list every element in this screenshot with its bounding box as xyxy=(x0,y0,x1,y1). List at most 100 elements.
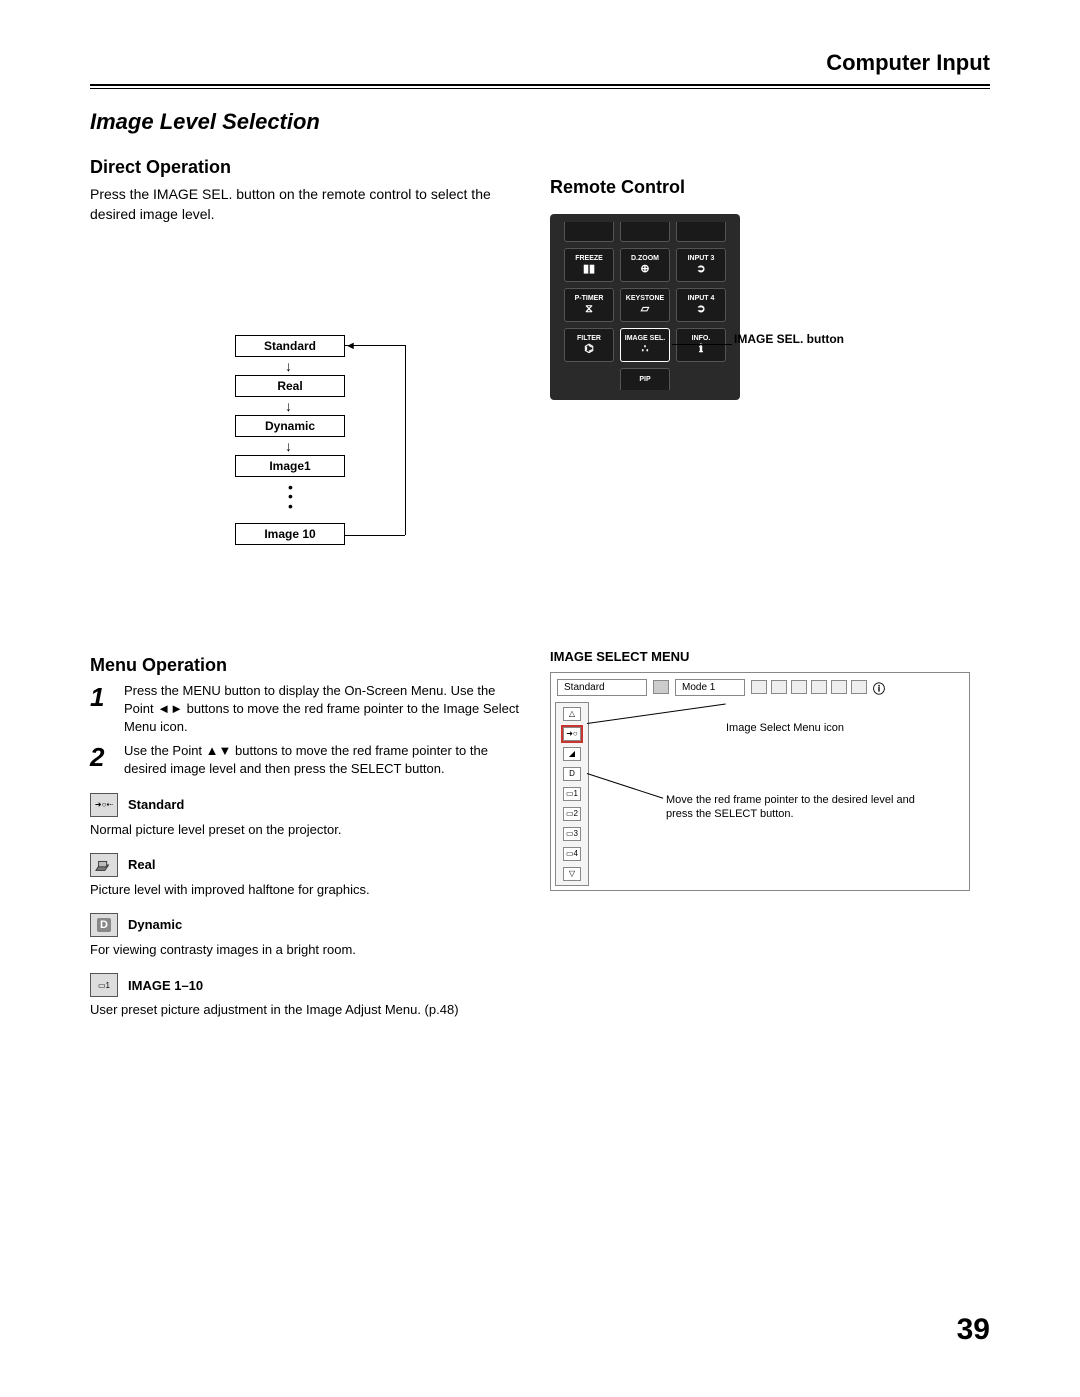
menu-icon xyxy=(791,680,807,694)
mode-desc: Normal picture level preset on the proje… xyxy=(90,821,520,839)
ism-side-column: △ ➜○ ◢ D ▭1 ▭2 ▭3 ▭4 ▽ xyxy=(555,702,589,886)
remote-btn-cut xyxy=(620,222,670,242)
arrow-down-icon: ↓ xyxy=(285,399,292,413)
keystone-button[interactable]: KEYSTONE ▱ xyxy=(620,288,670,322)
chapter-header: Computer Input xyxy=(90,50,990,76)
standard-icon: ➜○⇠ xyxy=(90,793,118,817)
ism-callout2: Move the red frame pointer to the desire… xyxy=(666,793,916,822)
mode-label: Standard xyxy=(128,797,184,812)
side-icon-selected: ➜○ xyxy=(563,727,581,741)
info-n-icon: ⓘ xyxy=(871,680,887,694)
real-icon xyxy=(90,853,118,877)
step-text: Use the Point ▲▼ buttons to move the red… xyxy=(124,742,520,778)
loop-line xyxy=(345,535,405,536)
ism-callout1: Image Select Menu icon xyxy=(726,721,844,735)
pause-icon: ▮▮ xyxy=(583,264,595,275)
side-icon: ◢ xyxy=(563,747,581,761)
filter-icon: ⌬ xyxy=(584,344,594,355)
section-title: Image Level Selection xyxy=(90,109,990,135)
side-icon: ▭2 xyxy=(563,807,581,821)
info-button[interactable]: INFO. ℹ xyxy=(676,328,726,362)
direct-op-text: Press the IMAGE SEL. button on the remot… xyxy=(90,184,520,225)
btn-label: FREEZE xyxy=(575,255,603,262)
menu-icon xyxy=(831,680,847,694)
rule-thick xyxy=(90,84,990,86)
mode-desc: Picture level with improved halftone for… xyxy=(90,881,520,899)
input4-button[interactable]: INPUT 4 ➲ xyxy=(676,288,726,322)
btn-label: IMAGE SEL. xyxy=(625,335,665,342)
imagesel-button[interactable]: IMAGE SEL. ∴ xyxy=(620,328,670,362)
cycle-box: Image1 xyxy=(235,455,345,477)
btn-label: P-TIMER xyxy=(575,295,604,302)
btn-label: INPUT 4 xyxy=(688,295,715,302)
btn-label: INPUT 3 xyxy=(688,255,715,262)
mode-real-row: Real xyxy=(90,853,520,877)
input3-button[interactable]: INPUT 3 ➲ xyxy=(676,248,726,282)
ism-standard-cell: Standard xyxy=(557,679,647,696)
btn-label: PIP xyxy=(639,376,650,383)
freeze-button[interactable]: FREEZE ▮▮ xyxy=(564,248,614,282)
remote-control: FREEZE ▮▮ D.ZOOM ⊕ INPUT 3 ➲ P-TIMER ⧖ KEYST… xyxy=(550,214,740,400)
mode-label: Dynamic xyxy=(128,917,182,932)
arrow-left-icon: ◄ xyxy=(345,340,356,352)
zoom-icon: ⊕ xyxy=(640,264,649,275)
menu-icon xyxy=(771,680,787,694)
loop-line xyxy=(405,345,406,535)
step-1: 1 Press the MENU button to display the O… xyxy=(90,682,520,737)
up-arrow-icon: △ xyxy=(563,707,581,721)
remote-heading: Remote Control xyxy=(550,177,990,198)
callout-line xyxy=(672,344,702,345)
step-2: 2 Use the Point ▲▼ buttons to move the r… xyxy=(90,742,520,778)
page-number: 39 xyxy=(957,1313,990,1347)
mode-standard-row: ➜○⇠ Standard xyxy=(90,793,520,817)
filter-button[interactable]: FILTER ⌬ xyxy=(564,328,614,362)
btn-label: KEYSTONE xyxy=(626,295,664,302)
ism-figure: Standard Mode 1 ⓘ △ ➜○ xyxy=(550,672,970,891)
rule-thin xyxy=(90,88,990,89)
cycle-box: Image 10 xyxy=(235,523,345,545)
mode-dynamic-row: D Dynamic xyxy=(90,913,520,937)
mode-image110-row: ▭1 IMAGE 1–10 xyxy=(90,973,520,997)
step-number: 2 xyxy=(90,742,112,778)
callout-line xyxy=(702,344,732,345)
ism-mode-cell: Mode 1 xyxy=(675,679,745,696)
mode-desc: For viewing contrasty images in a bright… xyxy=(90,941,520,959)
menu-icon xyxy=(851,680,867,694)
cycle-diagram: Standard ↓ Real ↓ Dynamic ↓ Image1 ••• I… xyxy=(175,335,435,555)
remote-btn-cut xyxy=(564,222,614,242)
btn-label: INFO. xyxy=(692,335,711,342)
pip-button[interactable]: PIP xyxy=(620,368,670,390)
menu-op-heading: Menu Operation xyxy=(90,655,520,676)
remote-btn-cut xyxy=(676,222,726,242)
side-icon: D xyxy=(563,767,581,781)
menu-icon xyxy=(811,680,827,694)
side-icon: ▭3 xyxy=(563,827,581,841)
ism-heading: IMAGE SELECT MENU xyxy=(550,649,990,664)
info-icon: ℹ xyxy=(699,344,703,355)
keystone-icon: ▱ xyxy=(641,304,649,315)
down-arrow-icon: ▽ xyxy=(563,867,581,881)
cycle-box: Real xyxy=(235,375,345,397)
ism-small-icon xyxy=(653,680,669,694)
dzoom-button[interactable]: D.ZOOM ⊕ xyxy=(620,248,670,282)
imagesel-callout: IMAGE SEL. button xyxy=(734,332,844,348)
cycle-box: Dynamic xyxy=(235,415,345,437)
mode-label: IMAGE 1–10 xyxy=(128,978,203,993)
direct-op-heading: Direct Operation xyxy=(90,157,520,178)
timer-icon: ⧖ xyxy=(585,304,593,315)
side-icon: ▭4 xyxy=(563,847,581,861)
callout-line xyxy=(587,773,663,799)
input-icon: ➲ xyxy=(696,304,705,315)
arrow-down-icon: ↓ xyxy=(285,359,292,373)
step-number: 1 xyxy=(90,682,112,737)
image110-icon: ▭1 xyxy=(90,973,118,997)
input-icon: ➲ xyxy=(696,264,705,275)
mode-desc: User preset picture adjustment in the Im… xyxy=(90,1001,520,1019)
side-icon: ▭1 xyxy=(563,787,581,801)
step-text: Press the MENU button to display the On-… xyxy=(124,682,520,737)
btn-label: FILTER xyxy=(577,335,601,342)
imagesel-icon: ∴ xyxy=(642,344,649,355)
btn-label: D.ZOOM xyxy=(631,255,659,262)
ptimer-button[interactable]: P-TIMER ⧖ xyxy=(564,288,614,322)
arrow-down-icon: ↓ xyxy=(285,439,292,453)
